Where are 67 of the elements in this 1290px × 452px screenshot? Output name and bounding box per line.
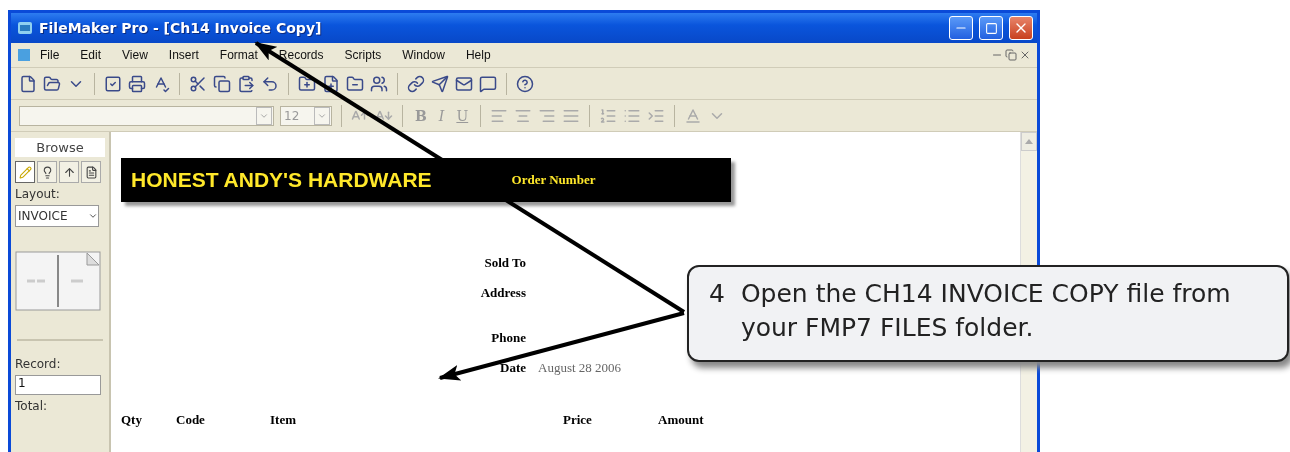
order-number-label: Order Number [511, 172, 596, 188]
copy-icon[interactable] [213, 74, 231, 93]
mode-button[interactable] [15, 161, 35, 183]
date-value: August 28 2006 [538, 360, 623, 377]
field-label: Phone [490, 330, 526, 347]
record-label: Record: [15, 357, 62, 371]
field-label: Sold To [483, 255, 526, 272]
open-folder-icon[interactable] [43, 74, 61, 93]
field-label: Address [479, 285, 526, 302]
maximize-icon [984, 21, 998, 35]
help-icon[interactable] [516, 74, 534, 93]
text-color-icon[interactable] [684, 106, 703, 125]
new-file-icon[interactable] [19, 74, 37, 93]
cut-icon[interactable] [189, 74, 207, 93]
close-button[interactable] [1009, 16, 1033, 40]
menu-item[interactable]: View [115, 46, 155, 64]
folder-plus-icon[interactable] [298, 74, 316, 93]
maximize-button[interactable] [979, 16, 1003, 40]
menu-item[interactable]: Format [212, 46, 265, 64]
total-label: Total: [15, 399, 49, 413]
send-icon[interactable] [431, 74, 449, 93]
menu-item[interactable]: Scripts [337, 46, 389, 64]
company-name: HONEST ANDY'S HARDWARE [131, 168, 432, 192]
menu-item[interactable]: Edit [73, 46, 109, 64]
column-header: Price [563, 412, 593, 428]
restore-icon[interactable] [1005, 49, 1017, 61]
window-title: FileMaker Pro - [Ch14 Invoice Copy] [39, 20, 323, 36]
mode-button[interactable] [81, 161, 101, 183]
minimize-button[interactable] [949, 16, 973, 40]
checkbox-icon[interactable] [104, 74, 122, 93]
mode-tab[interactable]: Browse [15, 138, 105, 157]
menu-item[interactable]: Window [395, 46, 452, 64]
pencil-icon [18, 165, 32, 179]
mode-button[interactable] [59, 161, 79, 183]
instruction-text: Open the CH14 INVOICE COPY file from your FMP7 FILES folder. [740, 278, 1232, 344]
users-icon[interactable] [370, 74, 388, 93]
column-header: Code [176, 412, 206, 428]
font-field[interactable] [19, 105, 274, 126]
document-icon [17, 48, 31, 62]
link-icon[interactable] [407, 74, 425, 93]
caret-icon [88, 211, 98, 221]
book-icon[interactable] [15, 251, 101, 311]
layout-dropdown[interactable]: INVOICE [15, 205, 99, 227]
paste-icon[interactable] [237, 74, 255, 93]
record-field[interactable]: 1 [15, 375, 101, 395]
up-arrow-icon [1025, 139, 1033, 144]
field-label: Date [499, 360, 526, 377]
column-header: Amount [658, 412, 705, 428]
mode-button[interactable] [37, 161, 57, 183]
column-header: Item [270, 412, 297, 428]
mail-icon[interactable] [455, 74, 473, 93]
chat-icon[interactable] [479, 74, 497, 93]
close-icon[interactable] [1019, 49, 1031, 61]
folder-minus-icon[interactable] [346, 74, 364, 93]
menu-item[interactable]: Records [271, 46, 331, 64]
arrow-up-icon [62, 165, 76, 179]
menu-item[interactable]: File [33, 46, 67, 64]
app-icon [17, 20, 33, 36]
column-header: Qty [121, 412, 143, 428]
step-number: 4 [709, 278, 725, 310]
file-plus-icon[interactable] [322, 74, 340, 93]
menu-item[interactable]: Help [458, 46, 498, 64]
menu-item[interactable]: Insert [161, 46, 206, 64]
print-icon[interactable] [128, 74, 146, 93]
undo-icon[interactable] [261, 74, 279, 93]
layout-label: Layout: [15, 187, 61, 201]
page-icon [84, 165, 98, 179]
